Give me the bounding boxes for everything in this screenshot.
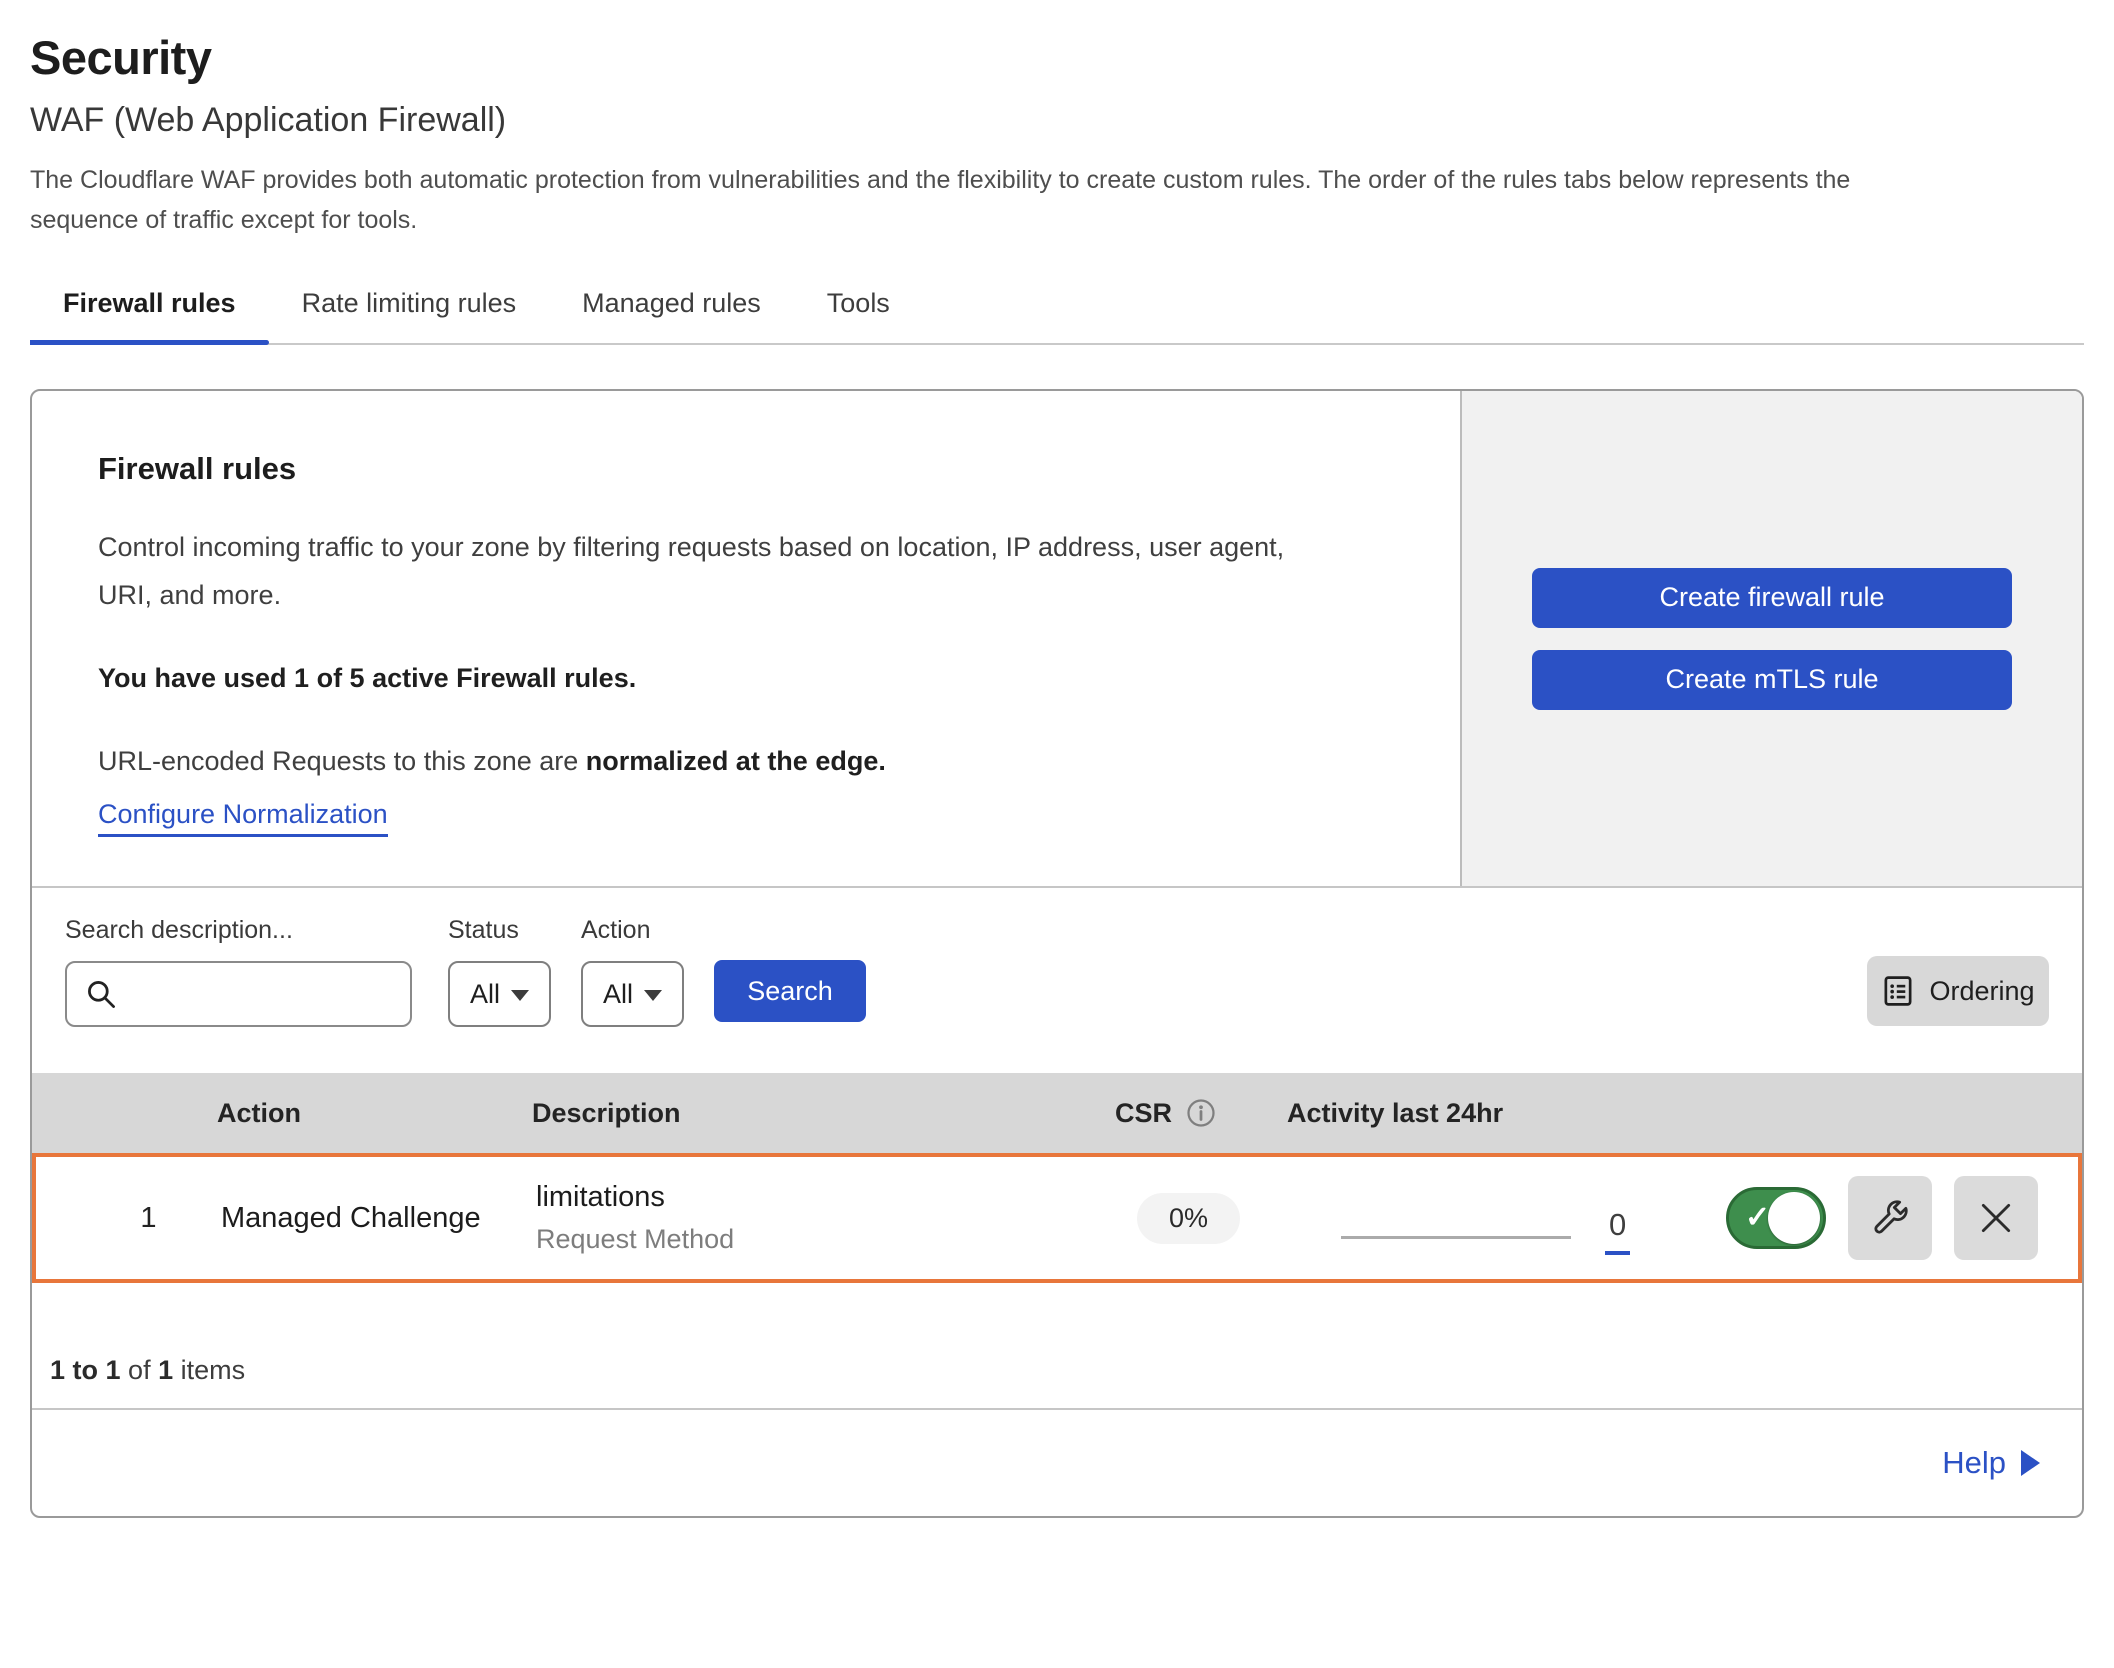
- col-csr-header: CSR: [1082, 1098, 1287, 1129]
- close-icon: [1977, 1199, 2015, 1237]
- help-link[interactable]: Help: [1942, 1445, 2040, 1481]
- csr-header-label: CSR: [1115, 1098, 1172, 1129]
- help-row: Help: [32, 1408, 2082, 1516]
- normalization-prefix: URL-encoded Requests to this zone are: [98, 746, 586, 776]
- status-selected-value: All: [470, 979, 500, 1010]
- actions-panel: Create firewall rule Create mTLS rule: [1460, 391, 2082, 886]
- triangle-right-icon: [2021, 1450, 2040, 1476]
- tab-managed-rules[interactable]: Managed rules: [549, 274, 794, 343]
- firewall-rules-card: Firewall rules Control incoming traffic …: [30, 389, 2084, 1518]
- search-icon: [85, 978, 118, 1011]
- search-group: Search description...: [65, 916, 412, 1027]
- usage-summary: You have used 1 of 5 active Firewall rul…: [98, 663, 1394, 694]
- intro-text-panel: Firewall rules Control incoming traffic …: [32, 391, 1460, 886]
- of-text: of: [128, 1355, 151, 1385]
- search-button[interactable]: Search: [714, 960, 866, 1022]
- search-field-wrap: [65, 961, 412, 1027]
- edit-rule-button[interactable]: [1848, 1176, 1932, 1260]
- csr-badge: 0%: [1137, 1193, 1240, 1244]
- rule-priority: 1: [36, 1202, 221, 1235]
- item-total: 1: [158, 1355, 173, 1385]
- configure-normalization-link[interactable]: Configure Normalization: [98, 799, 388, 837]
- col-action-header: Action: [217, 1098, 522, 1129]
- firewall-rules-intro: Firewall rules Control incoming traffic …: [32, 391, 2082, 886]
- card-heading: Firewall rules: [98, 451, 1394, 487]
- search-label: Search description...: [65, 916, 412, 945]
- status-group: Status All: [448, 916, 551, 1027]
- check-icon: ✓: [1745, 1200, 1770, 1235]
- activity-count-link[interactable]: 0: [1605, 1207, 1630, 1255]
- rule-controls: ✓: [1686, 1176, 2078, 1260]
- create-firewall-rule-button[interactable]: Create firewall rule: [1532, 568, 2012, 628]
- wrench-icon: [1870, 1198, 1910, 1238]
- list-document-icon: [1881, 974, 1915, 1008]
- page-title: Security: [30, 30, 2084, 85]
- items-text: items: [181, 1355, 246, 1385]
- normalization-bold: normalized at the edge.: [586, 746, 886, 776]
- rule-enabled-toggle[interactable]: ✓: [1726, 1187, 1826, 1249]
- pagination-summary: 1 to 1 of 1 items: [32, 1283, 2082, 1408]
- action-group: Action All: [581, 916, 684, 1027]
- card-description: Control incoming traffic to your zone by…: [98, 523, 1328, 619]
- filter-bar: Search description... Status All Actio: [32, 886, 2082, 1073]
- rule-description: limitations: [536, 1181, 1086, 1214]
- table-row[interactable]: 1 Managed Challenge limitations Request …: [32, 1153, 2082, 1283]
- toggle-knob: [1768, 1192, 1820, 1244]
- delete-rule-button[interactable]: [1954, 1176, 2038, 1260]
- rule-match-field: Request Method: [536, 1224, 1086, 1255]
- rule-action: Managed Challenge: [221, 1202, 526, 1235]
- col-activity-header: Activity last 24hr: [1287, 1098, 1682, 1129]
- rule-csr-cell: 0%: [1086, 1193, 1291, 1244]
- ordering-button-label: Ordering: [1929, 976, 2034, 1007]
- tab-tools[interactable]: Tools: [794, 274, 923, 343]
- action-selected-value: All: [603, 979, 633, 1010]
- item-range: 1 to 1: [50, 1355, 121, 1385]
- normalization-note: URL-encoded Requests to this zone are no…: [98, 746, 1394, 777]
- status-label: Status: [448, 916, 551, 945]
- chevron-down-icon: [644, 990, 662, 1001]
- col-description-header: Description: [522, 1098, 1082, 1129]
- page-subtitle: WAF (Web Application Firewall): [30, 101, 2084, 140]
- page-description: The Cloudflare WAF provides both automat…: [30, 160, 1910, 240]
- status-select[interactable]: All: [448, 961, 551, 1027]
- tab-firewall-rules[interactable]: Firewall rules: [30, 274, 269, 343]
- action-select[interactable]: All: [581, 961, 684, 1027]
- activity-sparkline: [1341, 1236, 1571, 1239]
- create-mtls-rule-button[interactable]: Create mTLS rule: [1532, 650, 2012, 710]
- page-content: Security WAF (Web Application Firewall) …: [30, 30, 2084, 1518]
- info-icon[interactable]: [1186, 1098, 1216, 1128]
- action-label: Action: [581, 916, 684, 945]
- rule-description-cell: limitations Request Method: [526, 1181, 1086, 1255]
- rules-tabs: Firewall rules Rate limiting rules Manag…: [30, 274, 2084, 345]
- help-label: Help: [1942, 1445, 2006, 1481]
- ordering-button[interactable]: Ordering: [1867, 956, 2049, 1026]
- rule-activity-cell: 0: [1291, 1157, 1686, 1279]
- chevron-down-icon: [511, 990, 529, 1001]
- tab-rate-limiting-rules[interactable]: Rate limiting rules: [269, 274, 550, 343]
- table-header: Action Description CSR Activity last 24h…: [32, 1073, 2082, 1153]
